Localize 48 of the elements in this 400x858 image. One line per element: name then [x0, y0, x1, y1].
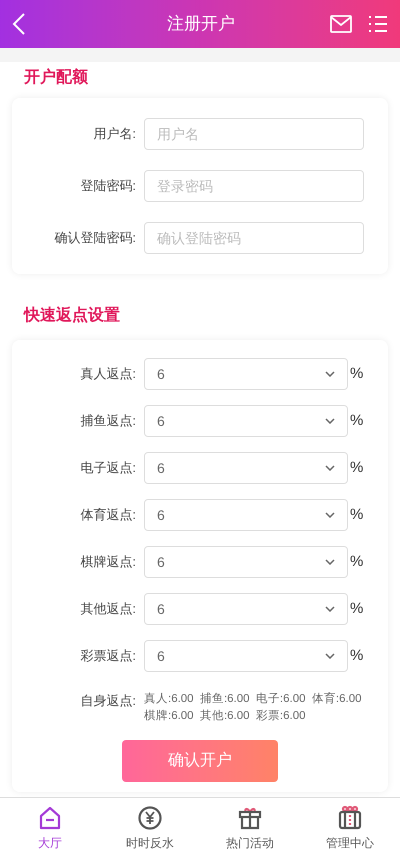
percent-unit: % — [350, 598, 364, 619]
yen-coin-icon — [137, 804, 163, 830]
rebate-label: 电子返点: — [79, 459, 137, 478]
chevron-down-icon — [325, 465, 335, 471]
rebate-label: 自身返点: — [79, 692, 137, 710]
chevron-down-icon — [325, 606, 335, 612]
field-label: 登陆密码: — [79, 177, 137, 196]
rebate-select[interactable]: 6 — [144, 405, 348, 437]
rebate-select[interactable]: 6 — [144, 452, 348, 484]
input-field[interactable]: 用户名 — [144, 118, 364, 150]
input-field[interactable]: 确认登陆密码 — [144, 222, 364, 254]
rebate-select[interactable]: 6 — [144, 593, 348, 625]
rebate-select[interactable]: 6 — [144, 640, 348, 672]
rebate-label: 真人返点: — [79, 365, 137, 384]
rebate-label: 彩票返点: — [79, 647, 137, 666]
input-field[interactable]: 登录密码 — [144, 170, 364, 202]
rebate-select[interactable]: 6 — [144, 499, 348, 531]
percent-unit: % — [350, 458, 364, 478]
rebate-select[interactable]: 6 — [144, 546, 348, 578]
gift-box-icon — [337, 804, 363, 830]
nav-tab[interactable]: 热门活动 — [200, 798, 300, 858]
field-label: 用户名: — [92, 125, 137, 144]
chevron-down-icon — [325, 559, 335, 565]
field-label: 确认登陆密码: — [53, 229, 137, 248]
chevron-down-icon — [325, 418, 335, 424]
nav-tab[interactable]: 大厅 — [0, 798, 100, 858]
chevron-down-icon — [325, 371, 335, 377]
self-rebate-text: 真人:6.00 捕鱼:6.00 电子:6.00 体育:6.00 棋牌:6.00 其他:6.00 彩票:6.00 — [144, 691, 362, 724]
chevron-down-icon — [325, 653, 335, 659]
chevron-down-icon — [325, 512, 335, 518]
rebate-select[interactable]: 6 — [144, 358, 348, 390]
percent-unit: % — [350, 410, 364, 431]
rebate-label: 捕鱼返点: — [79, 412, 137, 430]
mail-icon[interactable] — [330, 15, 352, 33]
nav-tab[interactable]: 时时反水 — [100, 798, 200, 858]
page-title: 注册开户 — [167, 13, 235, 36]
percent-unit: % — [350, 364, 364, 384]
nav-tab[interactable]: 管理中心 — [300, 798, 400, 858]
section-title: 开户配额 — [23, 67, 89, 88]
section-title: 快速返点设置 — [22, 305, 121, 326]
percent-unit: % — [350, 504, 364, 525]
percent-unit: % — [350, 552, 364, 572]
rebate-label: 棋牌返点: — [79, 553, 137, 572]
percent-unit: % — [350, 646, 364, 666]
menu-icon[interactable] — [368, 15, 388, 33]
rebate-label: 其他返点: — [79, 600, 137, 618]
home-icon — [37, 804, 63, 830]
rebate-label: 体育返点: — [79, 506, 137, 524]
